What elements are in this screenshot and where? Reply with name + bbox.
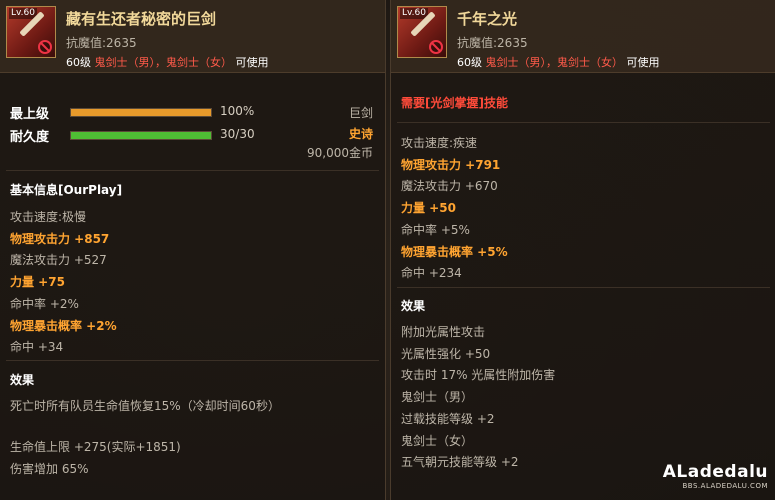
watermark-logo: ALadedalu BBS.ALADEDALU.COM <box>663 462 768 490</box>
effects-title: 效果 <box>401 299 426 313</box>
watermark-brand: ALadedalu <box>662 462 768 482</box>
stat-line: 命中 +234 <box>401 266 462 281</box>
item-header: Lv.60 千年之光 抗魔值:2635 60级 鬼剑士（男），鬼剑士（女） 可使… <box>391 0 775 73</box>
effect-line: 鬼剑士（男） <box>401 390 474 405</box>
durability-bar <box>70 131 212 140</box>
item-title: 千年之光 <box>457 10 518 28</box>
item-price: 90,000金币 <box>307 146 373 160</box>
stat-line: 物理暴击概率 +2% <box>10 318 117 333</box>
usable-label: 可使用 <box>626 56 660 69</box>
stat-line: 力量 +50 <box>401 201 456 216</box>
item-title: 藏有生还者秘密的巨剑 <box>66 10 217 28</box>
stat-line: 攻击速度:疾速 <box>401 136 478 150</box>
stat-line: 魔法攻击力 +670 <box>401 179 498 194</box>
item-tooltip-left: Lv.60 藏有生还者秘密的巨剑 抗魔值:2635 60级 鬼剑士（男），鬼剑士… <box>0 0 386 500</box>
stat-line: 物理攻击力 +857 <box>10 231 110 246</box>
stat-line: 命中率 +5% <box>401 222 470 237</box>
stat-line: 命中 +34 <box>10 340 64 355</box>
effect-line: 附加光属性攻击 <box>401 325 486 339</box>
effect-line: 五气朝元技能等级 +2 <box>401 455 519 470</box>
effects-title: 效果 <box>10 373 35 387</box>
effect-line: 死亡时所有队员生命值恢复15%（冷却时间60秒） <box>10 399 280 413</box>
skill-requirement: 需要[光剑掌握]技能 <box>401 96 508 110</box>
divider <box>397 122 770 123</box>
stat-line: 物理攻击力 +791 <box>401 157 501 172</box>
effect-line: 过载技能等级 +2 <box>401 411 495 426</box>
divider <box>6 170 379 171</box>
item-icon-greatsword[interactable]: Lv.60 <box>6 6 56 58</box>
level-requirement: 60级 <box>457 56 482 69</box>
stat-line: 魔法攻击力 +527 <box>10 253 107 268</box>
stat-line: 攻击速度:极慢 <box>10 210 87 224</box>
watermark-url: BBS.ALADEDALU.COM <box>682 482 768 490</box>
item-header: Lv.60 藏有生还者秘密的巨剑 抗魔值:2635 60级 鬼剑士（男），鬼剑士… <box>0 0 385 73</box>
durability-value: 30/30 <box>220 127 255 141</box>
effect-line: 生命值上限 +275(实际+1851) <box>10 440 181 454</box>
effect-line: 伤害增加 65% <box>10 462 89 476</box>
item-icon-lightsword[interactable]: Lv.60 <box>397 6 447 58</box>
basic-info-title: 基本信息[OurPlay] <box>10 183 123 197</box>
class-requirement: 60级 鬼剑士（男），鬼剑士（女） 可使用 <box>66 54 269 70</box>
required-classes: 鬼剑士（男），鬼剑士（女） <box>94 56 233 69</box>
durability-bar-fill <box>71 132 211 139</box>
stat-line: 命中率 +2% <box>10 296 79 311</box>
stat-line: 物理暴击概率 +5% <box>401 244 508 259</box>
effect-line: 鬼剑士（女） <box>401 433 474 448</box>
level-requirement: 60级 <box>66 56 91 69</box>
required-classes: 鬼剑士（男），鬼剑士（女） <box>485 56 624 69</box>
grade-bar <box>70 108 212 117</box>
prohibited-icon <box>429 40 443 54</box>
grade-bar-fill <box>71 109 211 116</box>
effect-line: 攻击时 17% 光属性附加伤害 <box>401 368 556 383</box>
grade-label: 最上级 <box>10 107 50 122</box>
divider <box>6 360 379 361</box>
item-compare-screen: Lv.60 藏有生还者秘密的巨剑 抗魔值:2635 60级 鬼剑士（男），鬼剑士… <box>0 0 775 500</box>
effect-line: 光属性强化 +50 <box>401 346 491 361</box>
grade-value: 100% <box>220 104 255 118</box>
anti-magic-value: 抗魔值:2635 <box>457 36 528 50</box>
stat-line: 力量 +75 <box>10 275 65 290</box>
rarity-label: 史诗 <box>348 127 373 141</box>
usable-label: 可使用 <box>235 56 269 69</box>
prohibited-icon <box>38 40 52 54</box>
divider <box>397 287 770 288</box>
item-tooltip-right: Lv.60 千年之光 抗魔值:2635 60级 鬼剑士（男），鬼剑士（女） 可使… <box>390 0 775 500</box>
class-requirement: 60级 鬼剑士（男），鬼剑士（女） 可使用 <box>457 54 660 70</box>
anti-magic-value: 抗魔值:2635 <box>66 36 137 50</box>
weapon-type: 巨剑 <box>348 106 373 120</box>
durability-label: 耐久度 <box>10 130 50 145</box>
